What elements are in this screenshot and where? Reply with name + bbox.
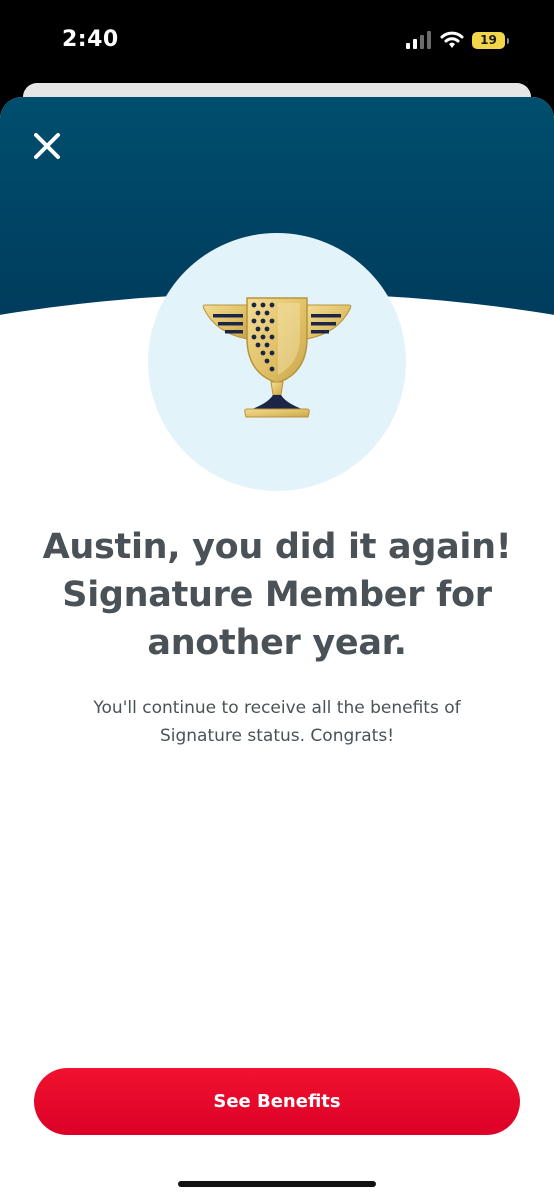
close-icon — [34, 133, 60, 159]
wifi-icon — [440, 31, 464, 48]
badge-circle — [148, 233, 406, 491]
trophy-icon — [202, 297, 352, 418]
cellular-signal-icon — [406, 31, 431, 49]
status-time: 2:40 — [62, 27, 119, 52]
subtext-line: Signature status. Congrats! — [159, 726, 395, 746]
status-bar: 2:40 19 — [0, 0, 554, 84]
close-button[interactable] — [30, 129, 64, 163]
battery-icon: 19 — [472, 32, 509, 49]
headline-line: Austin, you did it again! — [42, 527, 512, 567]
headline: Austin, you did it again! Signature Memb… — [40, 523, 514, 667]
home-indicator — [178, 1181, 376, 1187]
headline-line: Signature Member for — [62, 575, 492, 615]
headline-line: another year. — [147, 623, 407, 663]
subtext: You'll continue to receive all the benef… — [40, 694, 514, 750]
subtext-line: You'll continue to receive all the benef… — [93, 698, 461, 718]
membership-modal: Austin, you did it again! Signature Memb… — [0, 97, 554, 1200]
see-benefits-button[interactable]: See Benefits — [34, 1068, 520, 1135]
